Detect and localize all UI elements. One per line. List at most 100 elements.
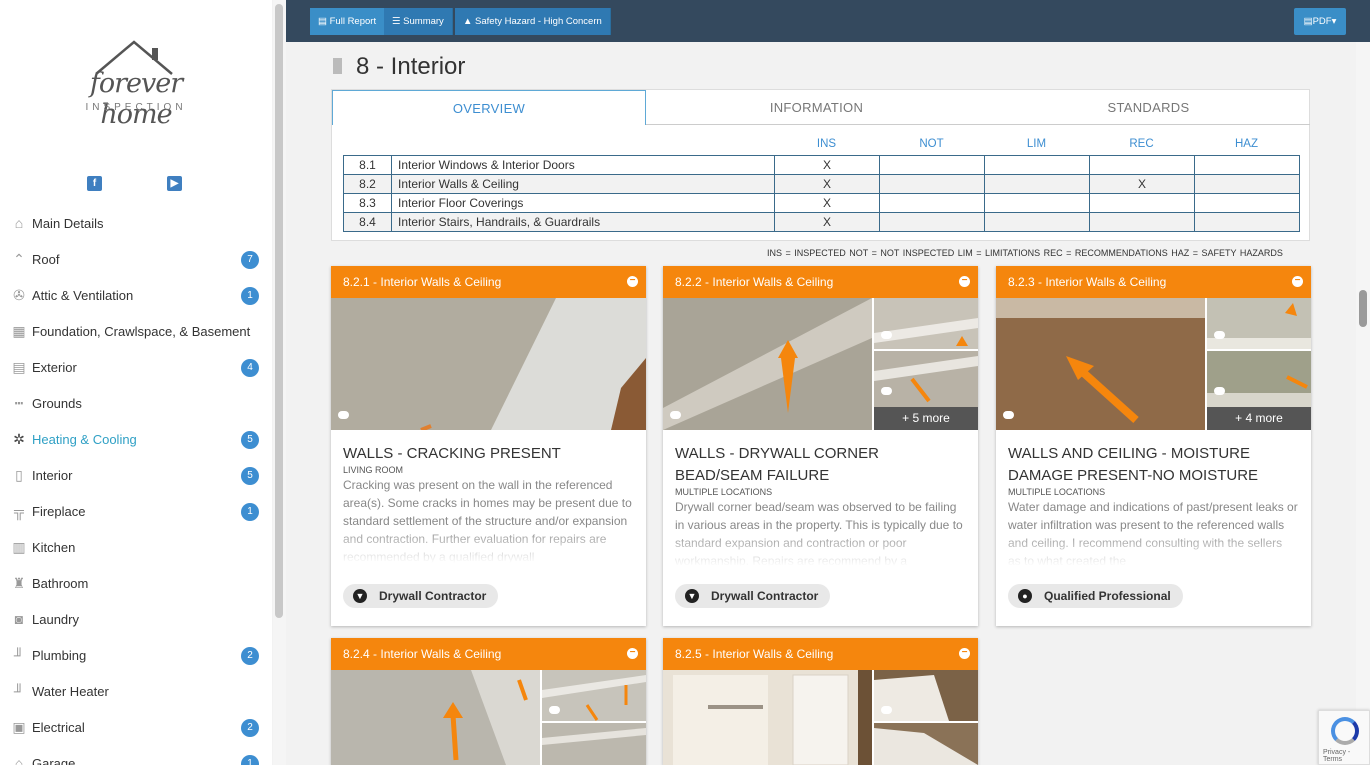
table-row[interactable]: 8.1 Interior Windows & Interior Doors X (343, 155, 1300, 175)
defect-thumbnail[interactable] (874, 298, 978, 349)
main-scrollbar[interactable] (1356, 42, 1370, 765)
defect-photo[interactable] (331, 298, 646, 430)
sidebar-item-label: Plumbing (32, 648, 87, 663)
sidebar-item-water-heater[interactable]: ╜ Water Heater (0, 673, 272, 709)
person-icon: ● (1018, 589, 1032, 603)
sidebar: forever home INSPECTION f ▶ ⌂ Main Detail… (0, 0, 272, 765)
full-report-label: Full Report (329, 16, 377, 27)
defect-thumbnail[interactable] (542, 670, 646, 721)
card-header[interactable]: 8.2.4 - Interior Walls & Ceiling − (331, 638, 646, 670)
more-photos-button[interactable]: + 5 more (874, 407, 978, 430)
main-scroll-thumb[interactable] (1359, 290, 1367, 327)
defect-card[interactable]: 8.2.3 - Interior Walls & Ceiling − + 4 mo… (996, 266, 1311, 626)
garage-icon: ⌂ (14, 755, 24, 765)
sidebar-scroll-thumb[interactable] (275, 4, 283, 618)
sidebar-item-garage[interactable]: ⌂ Garage 1 (0, 745, 272, 765)
sidebar-item-attic-ventilation[interactable]: ✇ Attic & Ventilation 1 (0, 277, 272, 313)
defect-thumbnail[interactable] (874, 670, 978, 721)
sidebar-item-label: Fireplace (32, 504, 86, 519)
sidebar-item-label: Garage (32, 756, 76, 765)
table-row[interactable]: 8.4 Interior Stairs, Handrails, & Guardra… (343, 212, 1300, 232)
card-header[interactable]: 8.2.1 - Interior Walls & Ceiling − (331, 266, 646, 298)
sidebar-item-roof[interactable]: ⌃ Roof 7 (0, 241, 272, 277)
sidebar-item-interior[interactable]: ▯ Interior 5 (0, 457, 272, 493)
card-header[interactable]: 8.2.3 - Interior Walls & Ceiling − (996, 266, 1311, 298)
contractor-chip[interactable]: ● Qualified Professional (1008, 584, 1183, 608)
count-badge: 7 (241, 251, 259, 269)
contractor-label: Drywall Contractor (379, 589, 487, 603)
tab-overview[interactable]: OVERVIEW (332, 90, 646, 125)
defect-card[interactable]: 8.2.5 - Interior Walls & Ceiling − (663, 638, 978, 765)
fridge-icon: ▥ (12, 539, 26, 555)
card-header[interactable]: 8.2.2 - Interior Walls & Ceiling − (663, 266, 978, 298)
cell-name: Interior Stairs, Handrails, & Guardrails (391, 212, 775, 232)
contractor-chip[interactable]: ▼ Drywall Contractor (343, 584, 499, 608)
defect-thumbnail[interactable] (874, 351, 978, 407)
table-row[interactable]: 8.3 Interior Floor Coverings X (343, 193, 1300, 213)
defect-thumbnail[interactable] (1207, 351, 1311, 407)
sidebar-item-bathroom[interactable]: ♜ Bathroom (0, 565, 272, 601)
defect-thumbnail[interactable] (542, 723, 646, 765)
cell-haz (1194, 155, 1300, 175)
cell-not (879, 155, 985, 175)
toilet-icon: ♜ (12, 575, 26, 591)
collapse-icon[interactable]: − (959, 276, 970, 287)
comment-icon (881, 387, 892, 395)
comment-icon (549, 706, 560, 714)
collapse-icon[interactable]: − (627, 276, 638, 287)
contractor-label: Drywall Contractor (711, 589, 819, 603)
collapse-icon[interactable]: − (959, 648, 970, 659)
sidebar-item-label: Grounds (32, 396, 82, 411)
defect-photo[interactable] (663, 298, 872, 430)
safety-hazard-button[interactable]: ▲ Safety Hazard - High Concern (455, 8, 611, 35)
tab-standards[interactable]: STANDARDS (987, 90, 1310, 125)
defect-photo[interactable] (996, 298, 1205, 430)
card-header-label: 8.2.2 - Interior Walls & Ceiling (675, 275, 834, 289)
facebook-icon[interactable]: f (87, 176, 102, 191)
company-logo[interactable]: forever home INSPECTION (66, 40, 206, 130)
cell-not (879, 174, 985, 194)
table-row[interactable]: 8.2 Interior Walls & Ceiling X X (343, 174, 1300, 194)
sidebar-item-grounds[interactable]: ┅ Grounds (0, 385, 272, 421)
defect-photo[interactable] (331, 670, 540, 765)
sidebar-item-main-details[interactable]: ⌂ Main Details (0, 205, 272, 241)
recaptcha-links[interactable]: Privacy - Terms (1323, 749, 1369, 763)
defect-thumbnail[interactable] (874, 723, 978, 765)
youtube-icon[interactable]: ▶ (167, 176, 182, 191)
door-icon (333, 57, 342, 74)
cell-ins: X (774, 193, 880, 213)
card-title: WALLS - DRYWALL CORNER BEAD/SEAM FAILURE (675, 445, 879, 484)
defect-thumbnail[interactable] (1207, 298, 1311, 349)
defect-card[interactable]: 8.2.2 - Interior Walls & Ceiling − + 5 mo… (663, 266, 978, 626)
sidebar-item-fireplace[interactable]: ╦ Fireplace 1 (0, 493, 272, 529)
sidebar-item-plumbing[interactable]: ╜ Plumbing 2 (0, 637, 272, 673)
sidebar-item-electrical[interactable]: ▣ Electrical 2 (0, 709, 272, 745)
sidebar-item-laundry[interactable]: ◙ Laundry (0, 601, 272, 637)
sidebar-item-foundation-crawlspace-basement[interactable]: ▦ Foundation, Crawlspace, & Basement (0, 313, 272, 349)
collapse-icon[interactable]: − (1292, 276, 1303, 287)
more-photos-button[interactable]: + 4 more (1207, 407, 1311, 430)
sidebar-scrollbar[interactable] (273, 0, 286, 765)
tab-information[interactable]: INFORMATION (646, 90, 987, 125)
contractor-chip[interactable]: ▼ Drywall Contractor (675, 584, 831, 608)
summary-button[interactable]: ☰ Summary (384, 8, 453, 35)
fan-icon: ✇ (13, 287, 25, 303)
home-icon: ⌂ (14, 215, 24, 231)
card-description: Cracking was present on the wall in the … (343, 476, 633, 563)
defect-photo[interactable] (663, 670, 872, 765)
recaptcha-badge[interactable]: Privacy - Terms (1318, 710, 1370, 765)
sidebar-item-kitchen[interactable]: ▥ Kitchen (0, 529, 272, 565)
column-header-not: NOT (919, 138, 944, 150)
sidebar-item-exterior[interactable]: ▤ Exterior 4 (0, 349, 272, 385)
cell-lim (984, 212, 1090, 232)
collapse-icon[interactable]: − (627, 648, 638, 659)
snowflake-icon: ✲ (13, 431, 25, 447)
card-header[interactable]: 8.2.5 - Interior Walls & Ceiling − (663, 638, 978, 670)
full-report-button[interactable]: ▤ Full Report (310, 8, 386, 35)
trowel-icon: ▼ (685, 589, 699, 603)
sidebar-item-heating-cooling[interactable]: ✲ Heating & Cooling 5 (0, 421, 272, 457)
defect-card[interactable]: 8.2.1 - Interior Walls & Ceiling − WALLS … (331, 266, 646, 626)
door-icon: ▯ (15, 467, 23, 483)
defect-card[interactable]: 8.2.4 - Interior Walls & Ceiling − (331, 638, 646, 765)
pdf-dropdown-button[interactable]: ▤PDF▾ (1294, 8, 1346, 35)
